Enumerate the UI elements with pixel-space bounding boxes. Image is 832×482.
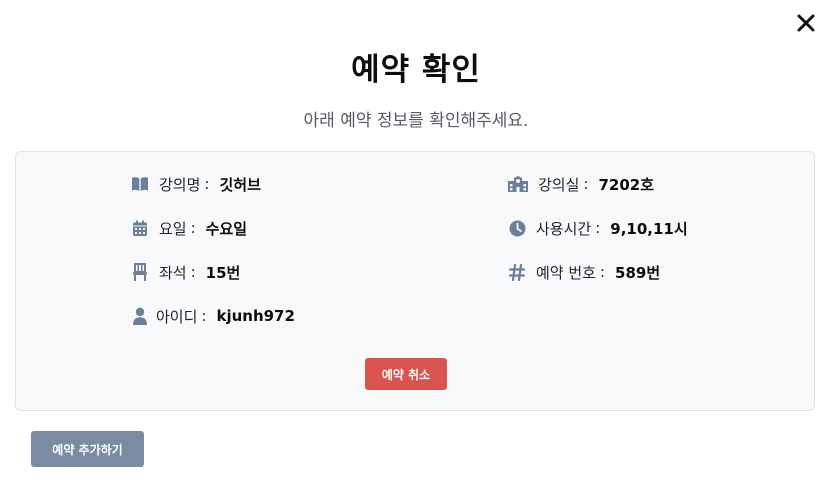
colon: : (190, 219, 196, 237)
detail-reservation-number: 예약 번호 : 589번 (508, 260, 660, 284)
close-button[interactable] (793, 10, 819, 36)
seat-value: 15번 (205, 263, 241, 282)
user-icon (131, 307, 149, 325)
weekday-label: 요일 (159, 219, 187, 238)
detail-classroom: 강의실 : 7202호 (508, 172, 654, 196)
reservation-number-value: 589번 (615, 263, 661, 282)
colon: : (595, 219, 601, 237)
classroom-label: 강의실 (538, 175, 580, 194)
detail-course-name: 강의명 : 깃허브 (131, 172, 261, 196)
colon: : (204, 175, 210, 193)
calendar-icon (131, 219, 149, 237)
clock-icon (508, 219, 526, 237)
colon: : (201, 307, 207, 325)
colon: : (599, 263, 606, 281)
modal-title: 예약 확인 (351, 52, 481, 88)
modal-subtitle: 아래 예약 정보를 확인해주세요. (303, 111, 529, 131)
detail-seat: 좌석 : 15번 (131, 260, 240, 284)
close-icon (797, 14, 815, 32)
colon: : (583, 175, 589, 193)
colon: : (190, 263, 196, 281)
detail-user-id: 아이디 : kjunh972 (131, 304, 295, 328)
school-building-icon (508, 175, 528, 193)
add-reservation-button[interactable]: 예약 추가하기 (31, 431, 144, 467)
cancel-reservation-button[interactable]: 예약 취소 (365, 358, 447, 390)
book-open-icon (131, 175, 149, 193)
chair-icon (131, 263, 149, 281)
course-name-label: 강의명 (159, 175, 201, 194)
classroom-value: 7202호 (598, 175, 655, 194)
user-id-label: 아이디 (156, 307, 198, 326)
detail-usage-time: 사용시간 : 9,10,11시 (508, 216, 688, 240)
usage-time-value: 9,10,11시 (610, 219, 688, 238)
course-name-value: 깃허브 (219, 175, 261, 194)
seat-label: 좌석 (159, 263, 187, 282)
reservation-number-label: 예약 번호 (536, 263, 596, 282)
detail-weekday: 요일 : 수요일 (131, 216, 247, 240)
weekday-value: 수요일 (205, 219, 248, 238)
hashtag-icon (508, 263, 526, 281)
reservation-details-card: 강의명 : 깃허브 요일 : 수요일 좌석: 15번 아이디: kjunh9… (15, 151, 815, 411)
user-id-value: kjunh972 (216, 307, 295, 325)
usage-time-label: 사용시간 (536, 219, 592, 238)
